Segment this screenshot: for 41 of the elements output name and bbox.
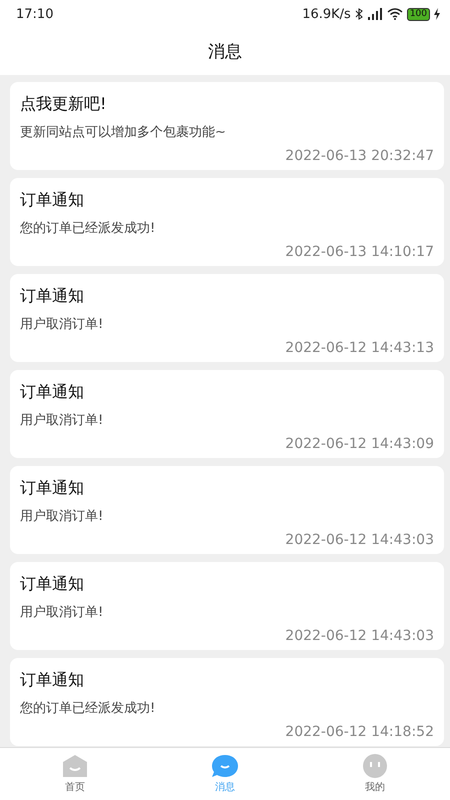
message-card[interactable]: 订单通知 用户取消订单! 2022-06-12 14:43:03 <box>10 562 444 650</box>
home-icon <box>61 754 89 778</box>
message-time: 2022-06-12 14:43:03 <box>285 532 434 548</box>
message-card[interactable]: 订单通知 用户取消订单! 2022-06-12 14:43:03 <box>10 466 444 554</box>
page-title: 消息 <box>208 41 242 63</box>
message-time: 2022-06-13 20:32:47 <box>285 148 434 164</box>
charging-icon <box>434 8 440 20</box>
signal-icon <box>366 8 383 20</box>
message-time: 2022-06-12 14:18:52 <box>285 724 434 740</box>
battery-level: 100 <box>406 8 430 20</box>
message-time: 2022-06-12 14:43:03 <box>285 628 434 644</box>
message-time: 2022-06-13 14:10:17 <box>285 244 434 260</box>
message-card[interactable]: 订单通知 您的订单已经派发成功! 2022-06-12 14:18:52 <box>10 658 444 746</box>
message-body: 用户取消订单! <box>20 604 104 621</box>
message-body: 用户取消订单! <box>20 316 104 333</box>
message-title: 订单通知 <box>20 190 85 211</box>
face-icon <box>361 754 389 778</box>
message-time: 2022-06-12 14:43:13 <box>285 340 434 356</box>
message-title: 订单通知 <box>20 286 85 307</box>
message-body: 您的订单已经派发成功! <box>20 700 156 717</box>
message-card[interactable]: 订单通知 您的订单已经派发成功! 2022-06-13 14:10:17 <box>10 178 444 266</box>
message-title: 订单通知 <box>20 670 85 691</box>
message-time: 2022-06-12 14:43:09 <box>285 436 434 452</box>
nav-tab[interactable]: 我的 <box>300 748 450 800</box>
message-body: 更新同站点可以增加多个包裹功能~ <box>20 124 227 141</box>
bluetooth-icon <box>354 8 363 20</box>
network-speed: 16.9K/s <box>302 6 351 22</box>
message-body: 您的订单已经派发成功! <box>20 220 156 237</box>
clock-time: 17:10 <box>16 6 54 22</box>
message-title: 订单通知 <box>20 574 85 595</box>
message-card[interactable]: 订单通知 用户取消订单! 2022-06-12 14:43:09 <box>10 370 444 458</box>
nav-tab[interactable]: 首页 <box>0 748 150 800</box>
message-title: 点我更新吧! <box>20 94 108 115</box>
message-card[interactable]: 订单通知 用户取消订单! 2022-06-12 14:43:13 <box>10 274 444 362</box>
message-body: 用户取消订单! <box>20 412 104 429</box>
wifi-icon <box>386 8 403 20</box>
message-body: 用户取消订单! <box>20 508 104 525</box>
message-title: 订单通知 <box>20 382 85 403</box>
chat-bubble-icon <box>211 754 239 778</box>
message-card[interactable]: 点我更新吧! 更新同站点可以增加多个包裹功能~ 2022-06-13 20:32:47 <box>10 82 444 170</box>
message-title: 订单通知 <box>20 478 85 499</box>
